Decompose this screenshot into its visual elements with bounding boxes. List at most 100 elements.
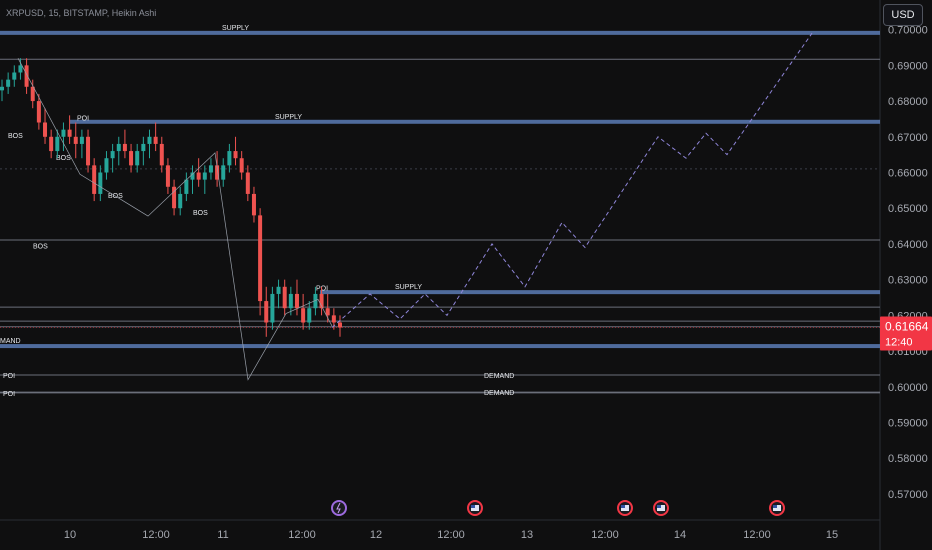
candle-body <box>208 165 213 173</box>
x-tick-label: 13 <box>521 529 533 541</box>
candle-body <box>141 143 146 152</box>
x-tick-label: 12:00 <box>591 529 619 541</box>
lightning-event-icon[interactable] <box>331 500 347 516</box>
candle-body <box>245 172 250 194</box>
x-tick-label: 14 <box>674 529 686 541</box>
candle-body <box>307 308 312 323</box>
candle-body <box>61 129 66 137</box>
candle-body <box>264 301 269 323</box>
zone-label: SUPPLY <box>222 25 249 32</box>
candle-body <box>18 65 23 73</box>
x-tick-label: 12:00 <box>437 529 465 541</box>
y-tick-label: 0.70000 <box>888 25 928 37</box>
y-tick-label: 0.60000 <box>888 382 928 394</box>
candle-body <box>184 179 189 194</box>
candle-body <box>147 136 152 144</box>
candle-body <box>270 293 275 323</box>
structure-label: BOS <box>56 155 71 162</box>
zone-band <box>70 119 880 124</box>
x-tick-label: 12:00 <box>142 529 170 541</box>
candle-body <box>190 172 195 180</box>
y-tick-label: 0.67000 <box>888 132 928 144</box>
candle-body <box>49 136 54 152</box>
level-label: POI <box>3 373 15 380</box>
candle-body <box>43 122 48 137</box>
y-tick-label: 0.64000 <box>888 239 928 251</box>
candle-body <box>135 151 140 166</box>
candle-body <box>92 165 97 194</box>
candle-body <box>110 151 115 159</box>
candle-body <box>276 286 281 294</box>
y-tick-label: 0.63000 <box>888 275 928 287</box>
y-tick-label: 0.66000 <box>888 168 928 180</box>
level-label: DEMAND <box>484 390 514 397</box>
y-tick-label: 0.58000 <box>888 453 928 465</box>
zone-band <box>0 344 880 349</box>
flag-glyph-canton <box>657 505 661 508</box>
price-badge-value: 0.61664 <box>885 320 929 334</box>
x-tick-label: 11 <box>217 529 228 541</box>
candle-body <box>202 172 207 180</box>
structure-label: POI <box>77 116 89 123</box>
candle-body <box>338 322 342 328</box>
candle-body <box>67 129 72 137</box>
candle-body <box>79 136 84 144</box>
candle-body <box>6 79 11 87</box>
structure-label: BOS <box>33 243 48 250</box>
candle-body <box>165 165 170 187</box>
candle-body <box>301 308 306 323</box>
currency-button[interactable]: USD <box>883 4 923 26</box>
flag-glyph-canton <box>471 505 475 508</box>
candle-body <box>178 193 183 209</box>
candle-body <box>288 293 293 309</box>
y-tick-label: 0.68000 <box>888 96 928 108</box>
candle-body <box>331 315 336 323</box>
candle-body <box>258 215 263 302</box>
x-tick-label: 15 <box>826 529 838 541</box>
candle-body <box>196 172 201 180</box>
candle-body <box>282 286 287 309</box>
chart-background <box>0 0 932 550</box>
y-tick-label: 0.65000 <box>888 203 928 215</box>
y-tick-label: 0.69000 <box>888 60 928 72</box>
y-tick-label: 0.57000 <box>888 489 928 501</box>
x-tick-label: 12 <box>370 529 382 541</box>
candle-body <box>153 136 158 144</box>
candle-body <box>55 136 60 152</box>
candle-body <box>98 172 103 194</box>
y-tick-label: 0.59000 <box>888 418 928 430</box>
candle-body <box>12 72 17 80</box>
level-label: DEMAND <box>484 373 514 380</box>
zone-label: SUPPLY <box>275 114 302 121</box>
candle-body <box>159 143 164 166</box>
candle-body <box>294 293 299 309</box>
candle-body <box>73 136 78 144</box>
candle-body <box>0 86 4 91</box>
x-tick-label: 10 <box>64 529 76 541</box>
candle-body <box>104 158 109 173</box>
level-label: POI <box>3 391 15 398</box>
candle-body <box>233 151 238 159</box>
candle-body <box>227 151 232 166</box>
candle-body <box>251 193 256 216</box>
symbol-header: XRPUSD, 15, BITSTAMP, Heikin Ashi <box>6 8 157 18</box>
flag-glyph-canton <box>773 505 777 508</box>
zone-label: MAND <box>0 338 21 345</box>
candle-body <box>86 136 91 166</box>
price-badge-countdown: 12:40 <box>885 337 913 349</box>
candle-body <box>129 151 134 166</box>
zone-label: SUPPLY <box>395 284 422 291</box>
x-tick-label: 12:00 <box>743 529 771 541</box>
candle-body <box>239 158 244 173</box>
candle-body <box>116 143 121 152</box>
candle-body <box>122 143 127 152</box>
structure-label: BOS <box>8 133 23 140</box>
candle-body <box>325 308 330 316</box>
candle-body <box>36 101 41 123</box>
zone-band <box>0 30 880 35</box>
structure-label: BOS <box>193 210 208 217</box>
candle-body <box>221 165 226 180</box>
flag-glyph-canton <box>621 505 625 508</box>
chart[interactable]: 0.70000 0.69000 0.68000 0.67000 0.66000 0.650… <box>0 0 932 550</box>
x-tick-label: 12:00 <box>288 529 316 541</box>
